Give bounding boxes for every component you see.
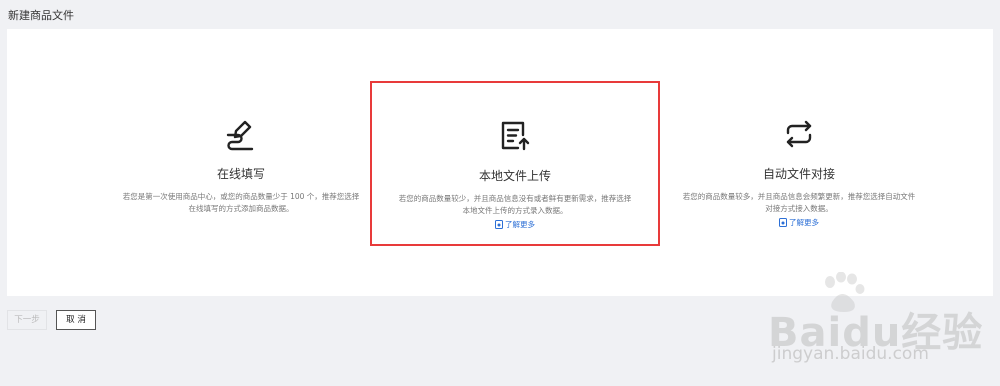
pen-write-icon [223,116,259,152]
watermark-url: jingyan.baidu.com [772,344,929,364]
option-description: 若您是第一次使用商品中心，或您的商品数量少于 100 个，推荐您选择 在线填写的… [122,192,360,213]
option-auto-file-connect[interactable]: 自动文件对接 若您的商品数量较多，并且商品信息会频繁更新，推荐您选择自动文件 对… [654,81,944,246]
option-online-fill[interactable]: 在线填写 若您是第一次使用商品中心，或您的商品数量少于 100 个，推荐您选择 … [96,81,386,246]
file-upload-icon [497,118,533,154]
option-title: 自动文件对接 [762,167,835,181]
next-step-button[interactable]: 下一步 [7,310,47,330]
option-description: 若您的商品数量较多，并且商品信息会频繁更新，推荐您选择自动文件 对接方式接入数据… [682,192,916,213]
document-info-icon [779,218,787,227]
document-info-icon [495,220,503,229]
page-title: 新建商品文件 [8,9,74,22]
option-title: 在线填写 [216,167,265,181]
sync-arrows-icon [781,116,817,152]
learn-more-link[interactable]: 了解更多 [654,217,944,228]
learn-more-link[interactable]: 了解更多 [372,219,658,230]
option-local-upload[interactable]: 本地文件上传 若您的商品数量较少，并且商品信息没有或者鲜有更新需求，推荐选择 本… [370,81,660,246]
cancel-button[interactable]: 取 消 [56,310,96,330]
option-description: 若您的商品数量较少，并且商品信息没有或者鲜有更新需求，推荐选择 本地文件上传的方… [398,194,632,215]
option-title: 本地文件上传 [478,169,551,183]
